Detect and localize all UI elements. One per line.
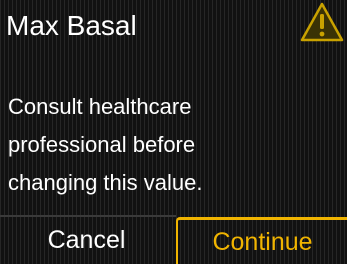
continue-button[interactable]: Continue (176, 217, 347, 264)
message-line: changing this value. (8, 170, 203, 195)
cancel-button[interactable]: Cancel (0, 217, 173, 264)
message-line: professional before (8, 132, 196, 157)
title-bar: Max Basal (0, 0, 347, 50)
warning-message: Consult healthcare professional before c… (8, 88, 338, 202)
warning-screen: Max Basal Consult healthcare professiona… (0, 0, 347, 264)
message-line: Consult healthcare (8, 94, 192, 119)
page-title: Max Basal (6, 10, 137, 41)
button-bar: Cancel Continue (0, 217, 347, 264)
warning-triangle-icon (300, 2, 344, 42)
